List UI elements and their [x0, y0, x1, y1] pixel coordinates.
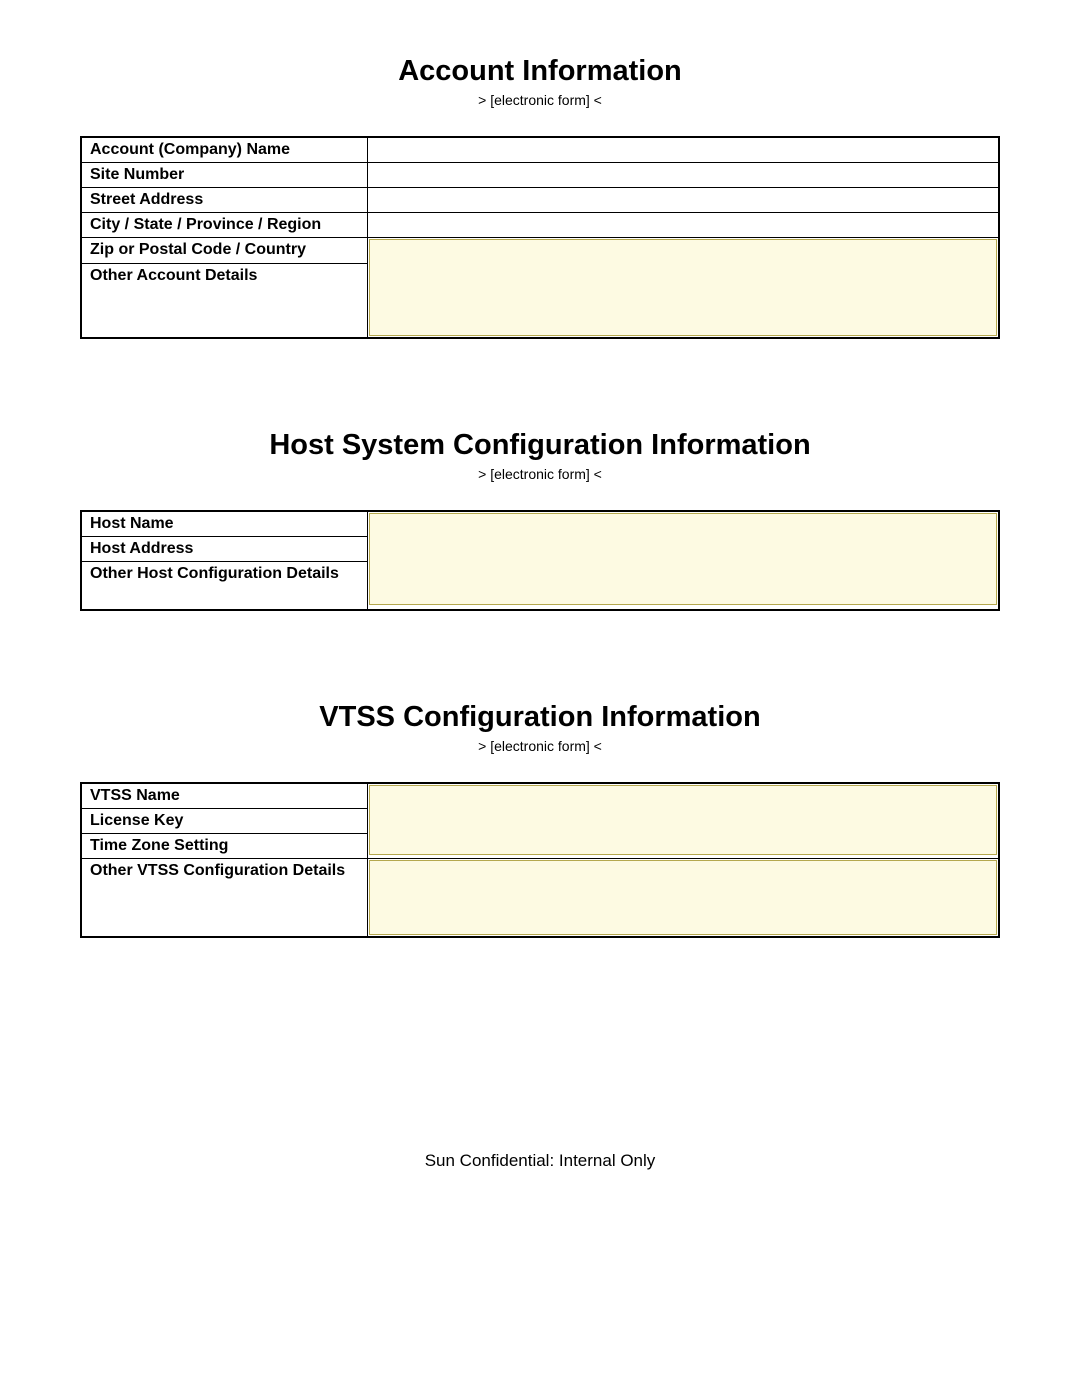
label-other-vtss: Other VTSS Configuration Details: [81, 859, 367, 938]
vtss-subtitle: > [electronic form] <: [80, 738, 1000, 754]
host-subtitle: > [electronic form] <: [80, 466, 1000, 482]
input-account-details[interactable]: [369, 239, 998, 336]
input-vtss-top[interactable]: [369, 785, 998, 855]
label-vtss-name: VTSS Name: [81, 783, 367, 809]
label-timezone: Time Zone Setting: [81, 834, 367, 859]
host-section: Host System Configuration Information > …: [80, 429, 1000, 611]
value-site-number[interactable]: [367, 163, 999, 188]
value-vtss-top: [367, 783, 999, 859]
account-table: Account (Company) Name Site Number Stree…: [80, 136, 1000, 339]
label-site-number: Site Number: [81, 163, 367, 188]
label-other-account: Other Account Details: [81, 263, 367, 338]
host-title: Host System Configuration Information: [80, 429, 1000, 462]
value-host-block: [367, 511, 999, 610]
label-host-address: Host Address: [81, 537, 367, 562]
label-zip-country: Zip or Postal Code / Country: [81, 238, 367, 264]
footer-text: Sun Confidential: Internal Only: [0, 1151, 1080, 1171]
input-host-details[interactable]: [369, 513, 998, 605]
value-street-address[interactable]: [367, 188, 999, 213]
vtss-title: VTSS Configuration Information: [80, 701, 1000, 734]
account-title: Account Information: [80, 55, 1000, 88]
label-street-address: Street Address: [81, 188, 367, 213]
label-license-key: License Key: [81, 809, 367, 834]
account-section: Account Information > [electronic form] …: [80, 55, 1000, 339]
label-city-state: City / State / Province / Region: [81, 213, 367, 238]
account-subtitle: > [electronic form] <: [80, 92, 1000, 108]
host-table: Host Name Host Address Other Host Config…: [80, 510, 1000, 611]
label-company-name: Account (Company) Name: [81, 137, 367, 163]
vtss-table: VTSS Name License Key Time Zone Setting …: [80, 782, 1000, 938]
label-host-name: Host Name: [81, 511, 367, 537]
value-city-state[interactable]: [367, 213, 999, 238]
vtss-section: VTSS Configuration Information > [electr…: [80, 701, 1000, 938]
value-vtss-other: [367, 859, 999, 938]
value-company-name[interactable]: [367, 137, 999, 163]
label-other-host: Other Host Configuration Details: [81, 562, 367, 611]
value-zip-other: [367, 238, 999, 339]
input-vtss-other[interactable]: [369, 860, 998, 935]
